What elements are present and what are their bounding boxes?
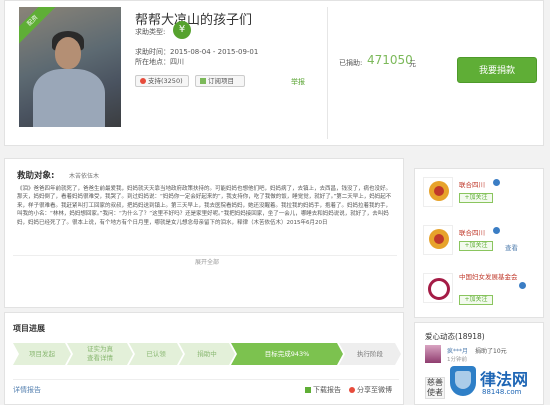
raised-unit: 元 <box>409 60 416 68</box>
download-icon <box>305 387 311 393</box>
donation-time: 1分钟前 <box>447 357 467 363</box>
help-target-story: 《泪》爸爸四年前就死了，爸爸生前最爱我，妈妈就天天靠当地政府政策扶持的。可能妈妈… <box>17 186 392 226</box>
help-location: 所在地点：四川 <box>135 58 184 66</box>
org-logo[interactable] <box>423 273 453 303</box>
site-watermark: 律法网 88148.com <box>446 364 550 402</box>
watermark-url: 88148.com <box>482 388 522 396</box>
report-link[interactable]: 举报 <box>291 77 305 87</box>
org-item: 联合四川 +加关注 <box>423 173 541 213</box>
organizations-sidebar: 联合四川 +加关注 联合四川 +加关注 查看 中国妇女发展基金会 +加关注 <box>414 168 544 318</box>
help-target-name: 木苦依伍木 <box>69 173 100 180</box>
download-report-link[interactable]: 下载报告 <box>305 385 341 395</box>
raised-amount-box: 已捐助: 471050 元 <box>335 51 447 73</box>
donation-feed-title: 爱心动态(18918) <box>425 332 485 341</box>
help-target-title: 救助对象: <box>17 171 55 181</box>
step-verified[interactable]: 证实为真 查看详情 <box>67 343 133 365</box>
divider <box>13 255 397 256</box>
watermark-name: 律法网 <box>480 370 529 389</box>
follow-button[interactable]: +加关注 <box>459 295 493 305</box>
step-donating: 捐助中 <box>179 343 235 365</box>
step-goal-complete: 目标完成943% <box>231 343 343 365</box>
org-name[interactable]: 联合四川 <box>459 227 485 237</box>
weibo-icon <box>349 387 355 393</box>
project-title: 帮帮大凉山的孩子们 <box>135 13 253 28</box>
org-item: 联合四川 +加关注 查看 <box>423 221 541 261</box>
divider <box>13 379 399 380</box>
subscribe-button[interactable]: 订阅项目 <box>195 75 245 87</box>
money-type-icon: ¥ <box>173 21 191 39</box>
shield-logo-icon <box>450 366 476 396</box>
org-name[interactable]: 中国妇女发展基金会 <box>459 273 519 281</box>
progress-title: 项目进展 <box>13 324 45 333</box>
raised-amount: 471050 <box>367 53 413 67</box>
follow-button[interactable]: +加关注 <box>459 241 493 251</box>
step-claimed: 已认领 <box>129 343 183 365</box>
follow-button[interactable]: +加关注 <box>459 193 493 203</box>
help-target-panel: 救助对象: 木苦依伍木 《泪》爸爸四年前就死了，爸爸生前最爱我，妈妈就天天靠当地… <box>4 158 404 308</box>
verified-icon <box>493 227 500 234</box>
detail-report-link[interactable]: 详情报告 <box>13 385 41 395</box>
like-icon <box>140 78 146 84</box>
donation-action: 捐助了10元 <box>475 348 507 355</box>
verified-icon <box>519 282 526 289</box>
expand-link[interactable]: 展开全部 <box>195 257 219 266</box>
project-progress-panel: 项目进展 项目发起 证实为真 查看详情 已认领 捐助中 目标完成943% 执行阶… <box>4 312 404 405</box>
project-header-panel: 配资 帮帮大凉山的孩子们 求助类型: ¥ 求助时间：2015-08-04 - 2… <box>4 0 544 146</box>
divider <box>327 7 328 139</box>
share-weibo-link[interactable]: 分享至微博 <box>349 385 392 395</box>
avatar[interactable] <box>425 345 441 363</box>
view-link[interactable]: 查看 <box>505 242 518 252</box>
verified-icon <box>493 179 500 186</box>
donor-name[interactable]: 疯***月 <box>447 346 468 355</box>
step-execution: 执行阶段 <box>339 343 401 365</box>
progress-steps: 项目发起 证实为真 查看详情 已认领 捐助中 目标完成943% 执行阶段 <box>13 343 403 365</box>
org-name[interactable]: 联合四川 <box>459 179 485 189</box>
raised-label: 已捐助: <box>339 59 363 67</box>
avatar[interactable]: 慈善 使者 <box>425 377 445 399</box>
donate-button[interactable]: 我要捐款 <box>457 57 537 83</box>
project-photo: 配资 <box>19 7 121 127</box>
step-initiated: 项目发起 <box>13 343 71 365</box>
org-logo[interactable] <box>423 225 453 255</box>
org-item: 中国妇女发展基金会 +加关注 <box>423 269 541 309</box>
help-time: 求助时间：2015-08-04 - 2015-09-01 <box>135 48 259 56</box>
help-type-label: 求助类型: <box>135 28 166 36</box>
org-logo[interactable] <box>423 177 453 207</box>
subscribe-icon <box>200 78 206 84</box>
support-button[interactable]: 支持(3250) <box>135 75 189 87</box>
